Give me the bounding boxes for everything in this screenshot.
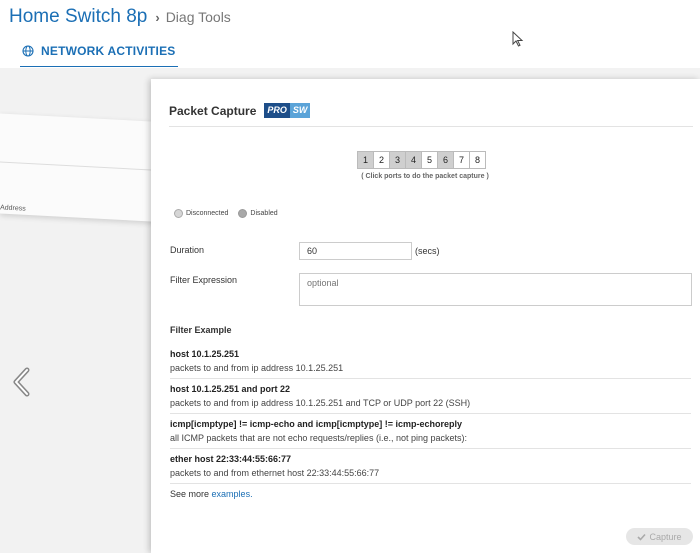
- chevron-right-icon: ›: [155, 10, 160, 25]
- port-selector: 12345678: [357, 151, 486, 169]
- capture-button[interactable]: Capture: [626, 528, 693, 545]
- disconnected-dot-icon: [174, 209, 183, 218]
- filter-expression-label: Filter Expression: [170, 275, 238, 285]
- example-command: host 10.1.25.251 and port 22: [170, 384, 291, 394]
- panel-title: Packet Capture: [169, 103, 257, 118]
- duration-unit: (secs): [415, 246, 440, 256]
- example-divider: [170, 413, 691, 414]
- mouse-pointer-icon: [512, 31, 524, 47]
- example-command: ether host 22:33:44:55:66:77: [170, 454, 292, 464]
- example-divider: [170, 483, 691, 484]
- globe-icon: [22, 45, 34, 57]
- examples-link[interactable]: examples.: [212, 489, 253, 499]
- list-item: host 10.1.25.251 and port 22 packets to …: [170, 384, 691, 408]
- title-divider: [169, 126, 693, 127]
- legend-disabled-label: Disabled: [250, 210, 278, 217]
- breadcrumb-device[interactable]: Home Switch 8p: [9, 6, 147, 28]
- example-description: packets to and from ethernet host 22:33:…: [170, 468, 380, 478]
- background-column-label: Address: [0, 204, 26, 213]
- badge-pro: PRO: [264, 103, 290, 118]
- example-command: host 10.1.25.251: [170, 349, 240, 359]
- panel-header: Packet Capture PRO SW: [169, 103, 311, 118]
- list-item: ether host 22:33:44:55:66:77 packets to …: [170, 454, 691, 478]
- duration-input[interactable]: [299, 242, 412, 260]
- check-icon: [637, 533, 647, 541]
- disabled-dot-icon: [238, 209, 248, 218]
- breadcrumb: Home Switch 8p › Diag Tools: [9, 6, 231, 28]
- example-command: icmp[icmptype] != icmp-echo and icmp[icm…: [170, 419, 463, 429]
- port-7-button[interactable]: 7: [453, 151, 470, 169]
- example-description: packets to and from ip address 10.1.25.2…: [170, 398, 471, 408]
- filter-example-title: Filter Example: [170, 325, 232, 335]
- example-divider: [170, 378, 691, 379]
- port-5-button[interactable]: 5: [421, 151, 438, 169]
- background-divider: [0, 161, 170, 172]
- port-6-button[interactable]: 6: [437, 151, 454, 169]
- see-more-prefix: See more: [170, 489, 210, 499]
- list-item: host 10.1.25.251 packets to and from ip …: [170, 349, 691, 373]
- badge-sw: SW: [289, 103, 311, 118]
- capture-button-label: Capture: [649, 531, 682, 542]
- example-divider: [170, 448, 691, 449]
- port-4-button[interactable]: 4: [405, 151, 422, 169]
- ports-hint: ( Click ports to do the packet capture ): [361, 173, 489, 180]
- packet-capture-panel: Packet Capture PRO SW 12345678 ( Click p…: [151, 79, 700, 553]
- port-8-button[interactable]: 8: [469, 151, 486, 169]
- breadcrumb-page: Diag Tools: [165, 9, 231, 25]
- duration-label: Duration: [170, 245, 205, 255]
- port-2-button[interactable]: 2: [373, 151, 390, 169]
- filter-expression-input[interactable]: [299, 273, 692, 306]
- chevron-left-icon[interactable]: [10, 366, 36, 398]
- port-legend: Disconnected Disabled: [174, 209, 288, 218]
- tab-network-activities[interactable]: NETWORK ACTIVITIES: [20, 42, 178, 67]
- legend-disconnected: Disconnected: [174, 209, 228, 218]
- tab-label: NETWORK ACTIVITIES: [41, 44, 176, 58]
- pro-sw-badge: PRO SW: [264, 103, 311, 118]
- port-3-button[interactable]: 3: [389, 151, 406, 169]
- legend-disconnected-label: Disconnected: [186, 210, 229, 217]
- example-description: packets to and from ip address 10.1.25.2…: [170, 363, 344, 373]
- example-description: all ICMP packets that are not echo reque…: [170, 433, 467, 443]
- legend-disabled: Disabled: [238, 209, 278, 218]
- list-item: icmp[icmptype] != icmp-echo and icmp[icm…: [170, 419, 691, 443]
- see-more-text: See more examples.: [170, 489, 253, 499]
- port-1-button[interactable]: 1: [357, 151, 374, 169]
- header: Home Switch 8p › Diag Tools NETWORK ACTI…: [0, 0, 700, 68]
